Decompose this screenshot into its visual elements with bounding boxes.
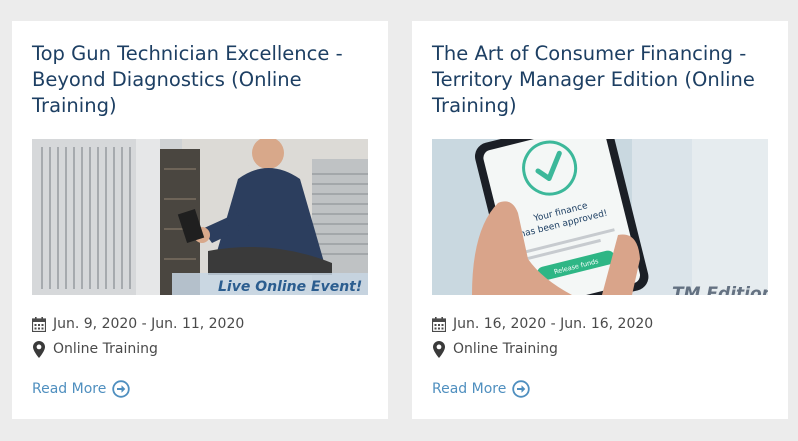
event-date-text: Jun. 9, 2020 - Jun. 11, 2020 <box>53 316 245 332</box>
event-location-text: Online Training <box>53 341 158 357</box>
arrow-circle-right-icon <box>112 380 131 398</box>
event-image[interactable]: Live Online Event! <box>32 139 368 295</box>
image-banner-text: TM Edition <box>672 284 768 295</box>
event-title[interactable]: Top Gun Technician Excellence - Beyond D… <box>32 41 362 119</box>
read-more-label: Read More <box>32 381 107 397</box>
image-banner-text: Live Online Event! <box>218 279 362 295</box>
read-more-link[interactable]: Read More <box>32 380 131 398</box>
event-image[interactable]: Your finance has been approved! Release … <box>432 139 768 295</box>
event-card-top-gun: Top Gun Technician Excellence - Beyond D… <box>12 21 388 419</box>
calendar-icon <box>32 316 46 332</box>
event-location-text: Online Training <box>453 341 558 357</box>
event-date: Jun. 9, 2020 - Jun. 11, 2020 <box>32 315 244 333</box>
read-more-link[interactable]: Read More <box>432 380 531 398</box>
event-location: Online Training <box>432 340 558 358</box>
event-date: Jun. 16, 2020 - Jun. 16, 2020 <box>432 315 653 333</box>
event-location: Online Training <box>32 340 158 358</box>
map-marker-icon <box>432 340 446 358</box>
event-title[interactable]: The Art of Consumer Financing - Territor… <box>432 41 762 119</box>
event-grid: Top Gun Technician Excellence - Beyond D… <box>0 0 798 441</box>
calendar-icon <box>432 316 446 332</box>
arrow-circle-right-icon <box>512 380 531 398</box>
read-more-label: Read More <box>432 381 507 397</box>
event-card-consumer-financing: The Art of Consumer Financing - Territor… <box>412 21 788 419</box>
event-date-text: Jun. 16, 2020 - Jun. 16, 2020 <box>453 316 654 332</box>
map-marker-icon <box>32 340 46 358</box>
